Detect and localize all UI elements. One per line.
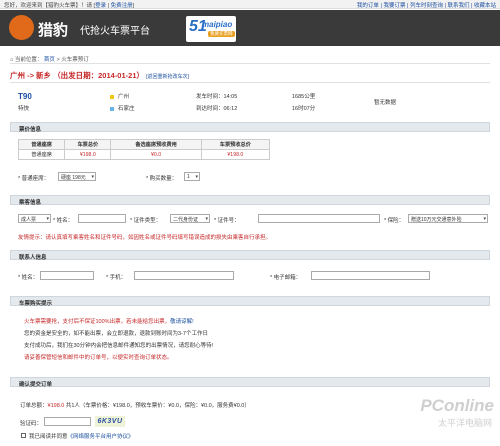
arrival-station: 石家庄 (110, 104, 135, 112)
top-bar-greeting: 您好，欢迎来到【猎豹火车票】！请 [登录 | 免费注册] (4, 3, 135, 9)
confirm-section-header: 确认提交订单 (10, 377, 490, 388)
order-total: 订单总额：¥198.0 共1人（车票价格：¥198.0，预收车票价：¥0.0，保… (20, 401, 250, 409)
order-total-value: ¥198.0 (47, 403, 65, 409)
user-agreement-link[interactable]: 《网络服务平台用户协议》 (68, 434, 134, 440)
partner-logo[interactable]: 51 maipiao 我要买票网 (186, 16, 236, 42)
top-bar: 您好，欢迎来到【猎豹火车票】！请 [登录 | 免费注册] 我的订单 | 我要订票… (0, 0, 500, 9)
tip-line: 请妥善保管短信和邮件中的订单号，以便实时查询订单状态。 (24, 355, 173, 361)
section-title: 乘客信息 (19, 199, 42, 206)
captcha-input[interactable] (44, 417, 91, 426)
quantity-label: * 购买数量： (146, 176, 178, 182)
agree-label: 我已阅读并同意 (29, 434, 68, 440)
route-text: 广州 -> 新乡 （出发日期：2014-01-21） (10, 71, 144, 80)
brand-subtitle: 代抢火车票平台 (80, 26, 150, 37)
departure-time: 发车时间：14:05 (196, 94, 238, 100)
captcha-label: 验证码： (20, 421, 43, 427)
tip-text: 火车票需要抢，支付后不保证100%出票，若未能给您出票， (24, 319, 171, 325)
contact-email-input[interactable] (311, 271, 430, 280)
greeting-text: 您好，欢迎来到【猎豹火车票】！请 (4, 3, 93, 9)
partner-logo-tag: 我要买票网 (208, 31, 235, 37)
column-header: 备选座席预收费用 (110, 139, 202, 150)
departure-station-icon (110, 94, 114, 99)
tip-line: 您的资金是安全的，如不能出票，会立即退款，退款到账时间为3-7个工作日 (24, 331, 208, 337)
passenger-name-label: * 姓名： (53, 218, 74, 224)
section-title: 车票购买提示 (19, 300, 53, 307)
passenger-name-input[interactable] (78, 214, 126, 223)
seat-label: * 普通座席： (18, 176, 50, 182)
watermark-subtitle: 太平洋电脑网 (437, 418, 492, 428)
contact-phone-input[interactable] (134, 271, 234, 280)
ticket-type-select[interactable]: 成人票 (18, 214, 51, 223)
table-cell: ¥198.0 (64, 149, 112, 160)
price-table: 普通座席 车票总价 备选座席预收费用 车票预收总价 普通座席 ¥198.0 ¥0… (17, 139, 271, 160)
distance: 1685公里 (292, 94, 316, 100)
id-number-input[interactable] (258, 214, 380, 223)
table-row: 普通座席 ¥198.0 ¥0.0 ¥198.0 (17, 149, 271, 160)
table-header-row: 普通座席 车票总价 备选座席预收费用 车票预收总价 (17, 139, 271, 150)
site-header: 猎豹 代抢火车票平台 51 maipiao 我要买票网 (0, 10, 500, 46)
watermark-logo: PConline (420, 396, 494, 415)
divider (10, 63, 490, 64)
contact-name-input[interactable] (40, 271, 94, 280)
remaining-tickets: 暂无数据 (374, 100, 397, 106)
book-ticket-link[interactable]: 我要订票 (383, 3, 405, 9)
departure-station-name: 广州 (118, 94, 130, 100)
partner-logo-name: maipiao (202, 20, 233, 29)
order-total-breakdown: 共1人（车票价格：¥198.0，预收车票价：¥0.0，保险：¥0.0，服务费¥0… (64, 403, 250, 409)
arrival-time: 到达时间：06:12 (196, 106, 238, 112)
contact-us-link[interactable]: 联系我们 (447, 3, 469, 9)
separator: | (107, 3, 110, 9)
cheetah-logo-icon[interactable] (9, 15, 34, 40)
table-cell: 普通座席 (17, 149, 66, 160)
brand-name[interactable]: 猎豹 (38, 19, 68, 40)
tip-line: 支付成功后，我们在30分钟内会把信息邮件通知您的出票情况，请您耐心等待! (24, 343, 214, 349)
arrival-station-icon (110, 106, 114, 111)
login-link[interactable]: 登录 (95, 3, 106, 9)
table-cell: ¥0.0 (110, 149, 202, 160)
passenger-section-header: 乘客信息 (10, 195, 490, 206)
breadcrumb: ⌂ 当前位置： 首页 > 火车票预订 (10, 55, 89, 63)
tips-section-header: 车票购买提示 (10, 296, 490, 307)
route-title: 广州 -> 新乡 （出发日期：2014-01-21） [返回重新抢改车次] (10, 70, 189, 81)
agree-text: 我已阅读并同意《网络服务平台用户协议》 (29, 432, 134, 440)
duration: 16时07分 (292, 106, 316, 112)
section-title: 联系人信息 (19, 254, 47, 261)
tip-line: 火车票需要抢，支付后不保证100%出票，若未能给您出票，敬请谅解! (24, 317, 194, 325)
departure-station: 广州 (110, 92, 129, 100)
timetable-link[interactable]: 列车时刻查询 (410, 3, 443, 9)
column-header: 普通座席 (17, 139, 66, 150)
agree-checkbox[interactable] (21, 433, 26, 438)
order-total-label: 订单总额： (20, 403, 48, 409)
my-orders-link[interactable]: 我的订单 (357, 3, 379, 9)
contact-email-label: * 电子邮箱： (270, 275, 302, 281)
top-nav-links: 我的订单 | 我要订票 | 列车时刻查询 | 联系我们 | 收藏本站 (356, 3, 496, 9)
id-number-label: * 证件号： (214, 218, 240, 224)
train-number[interactable]: T90 (18, 92, 32, 101)
arrival-station-name: 石家庄 (118, 106, 135, 112)
divider (10, 82, 490, 83)
contact-section-header: 联系人信息 (10, 250, 490, 261)
passenger-warning: 友情提示：请认真填写乘客姓名和证件号码，如因姓名或证件号码填写错误造成的损失由乘… (18, 235, 272, 241)
contact-name-label: * 姓名： (18, 275, 39, 281)
captcha-image[interactable]: 6K3VU (95, 416, 125, 427)
id-type-select[interactable]: 二代身份证 (170, 214, 210, 223)
contact-phone-label: * 手机： (106, 275, 127, 281)
train-type: 特快 (18, 106, 30, 112)
seat-select[interactable]: 硬座 198元 (58, 172, 96, 181)
insurance-select[interactable]: 赠送10万元交通意外险 (408, 214, 488, 223)
change-train-link[interactable]: [返回重新抢改车次] (146, 74, 189, 80)
column-header: 车票总价 (64, 139, 112, 150)
section-title: 确认提交订单 (19, 381, 53, 388)
column-header: 车票预收总价 (200, 139, 271, 150)
tip-link[interactable]: 敬请谅解! (170, 319, 194, 325)
quantity-select[interactable]: 1 (184, 172, 200, 181)
price-section-header: 票价信息 (10, 122, 490, 133)
section-title: 票价信息 (19, 126, 42, 133)
id-type-label: * 证件类型： (130, 218, 162, 224)
insurance-label: * 保险： (384, 218, 405, 224)
table-cell: ¥198.0 (200, 149, 271, 160)
register-link[interactable]: 免费注册 (111, 3, 133, 9)
bookmark-link[interactable]: 收藏本站 (474, 3, 496, 9)
